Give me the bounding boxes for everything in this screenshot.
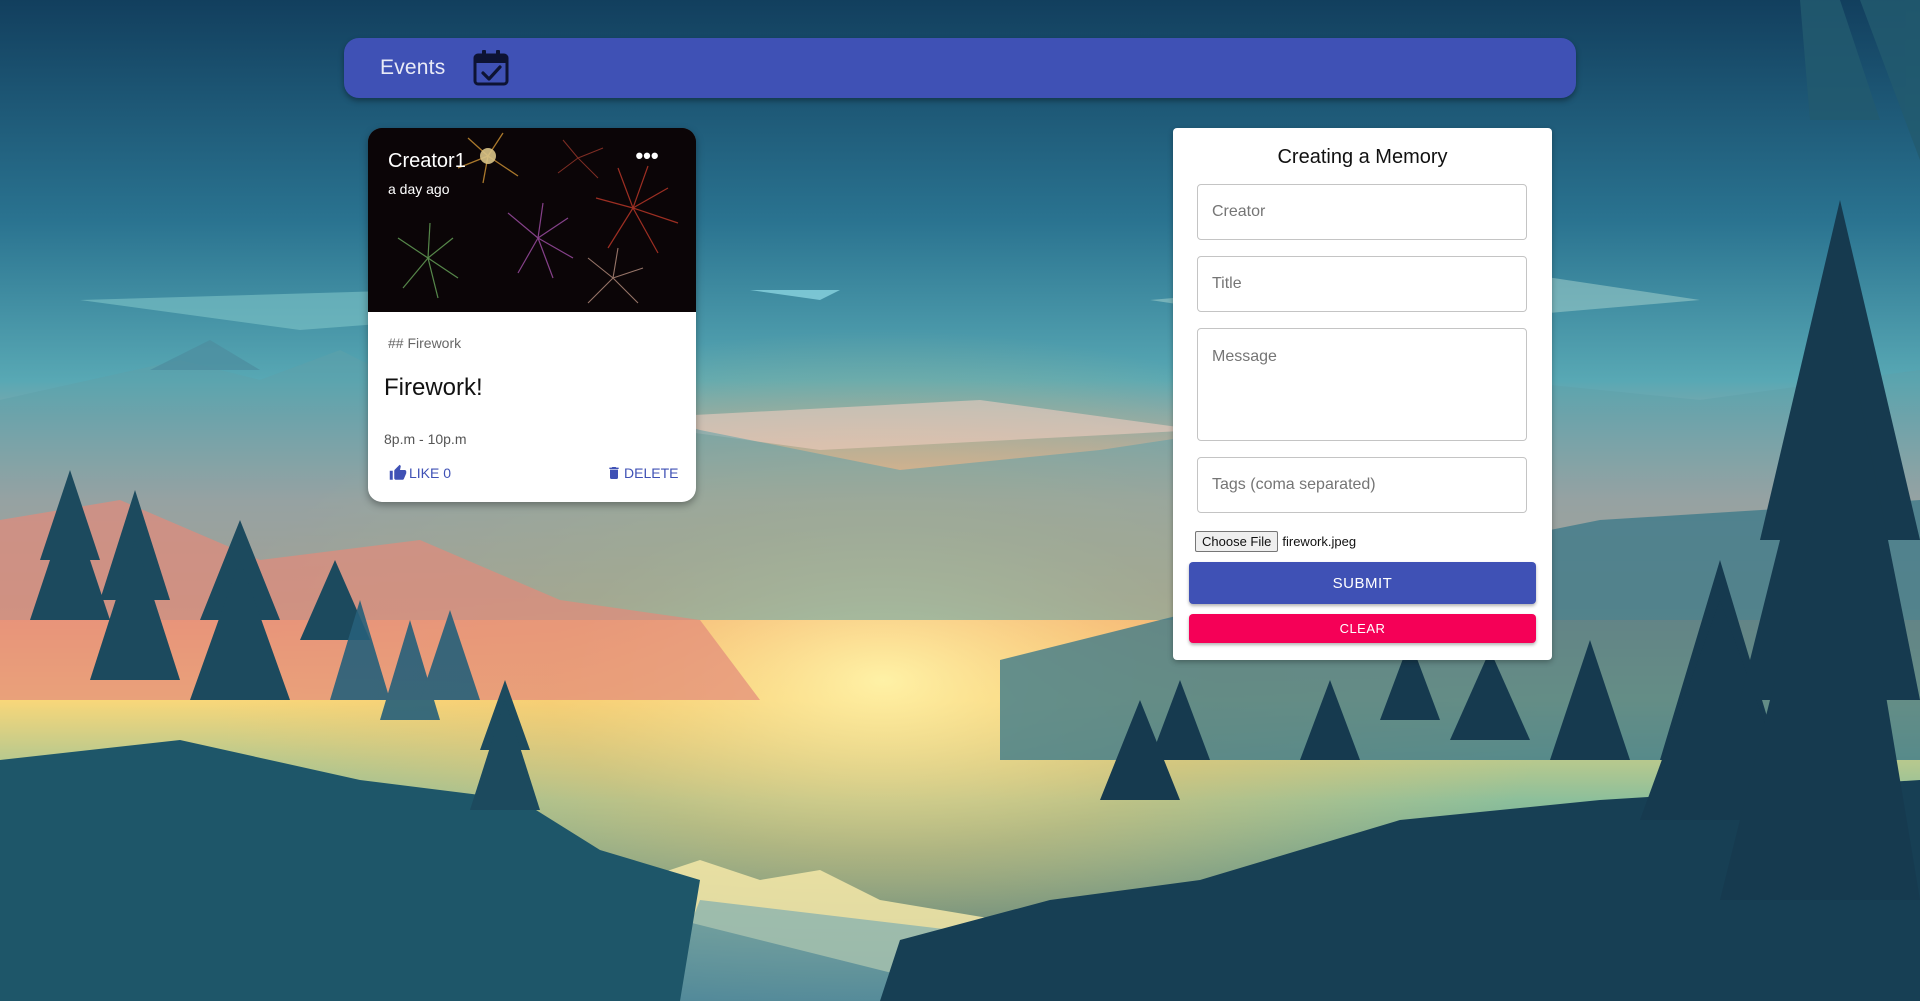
- file-name: firework.jpeg: [1282, 534, 1357, 549]
- trash-icon: [609, 467, 619, 479]
- delete-button[interactable]: DELETE: [606, 464, 678, 482]
- post-time: a day ago: [388, 181, 450, 197]
- post-card: Creator1 a day ago ••• ## Firework Firew…: [368, 128, 696, 502]
- title-input[interactable]: [1197, 256, 1527, 312]
- calendar-check-icon: [473, 50, 509, 86]
- like-button[interactable]: LIKE 0: [389, 464, 451, 482]
- post-tags: ## Firework: [388, 335, 462, 351]
- create-memory-form: Creating a Memory Choose File firework.j…: [1173, 128, 1552, 660]
- post-message: 8p.m - 10p.m: [384, 431, 467, 447]
- clear-button[interactable]: CLEAR: [1189, 614, 1536, 643]
- post-creator: Creator1: [388, 150, 466, 172]
- creator-input[interactable]: [1197, 184, 1527, 240]
- submit-button[interactable]: SUBMIT: [1189, 562, 1536, 604]
- more-horizontal-icon[interactable]: •••: [632, 145, 662, 170]
- delete-label: DELETE: [624, 465, 679, 481]
- message-input[interactable]: [1197, 328, 1527, 441]
- choose-file-button[interactable]: Choose File: [1195, 531, 1279, 552]
- file-picker: Choose File firework.jpeg: [1195, 531, 1356, 552]
- like-label: LIKE 0: [409, 465, 452, 481]
- background-landscape: [0, 0, 1920, 1001]
- app-title[interactable]: Events: [380, 56, 445, 80]
- post-title: Firework!: [384, 374, 483, 401]
- app-bar: Events: [344, 38, 1576, 98]
- form-heading: Creating a Memory: [1277, 146, 1448, 168]
- thumb-up-icon: [389, 464, 407, 480]
- tags-input[interactable]: [1197, 457, 1527, 513]
